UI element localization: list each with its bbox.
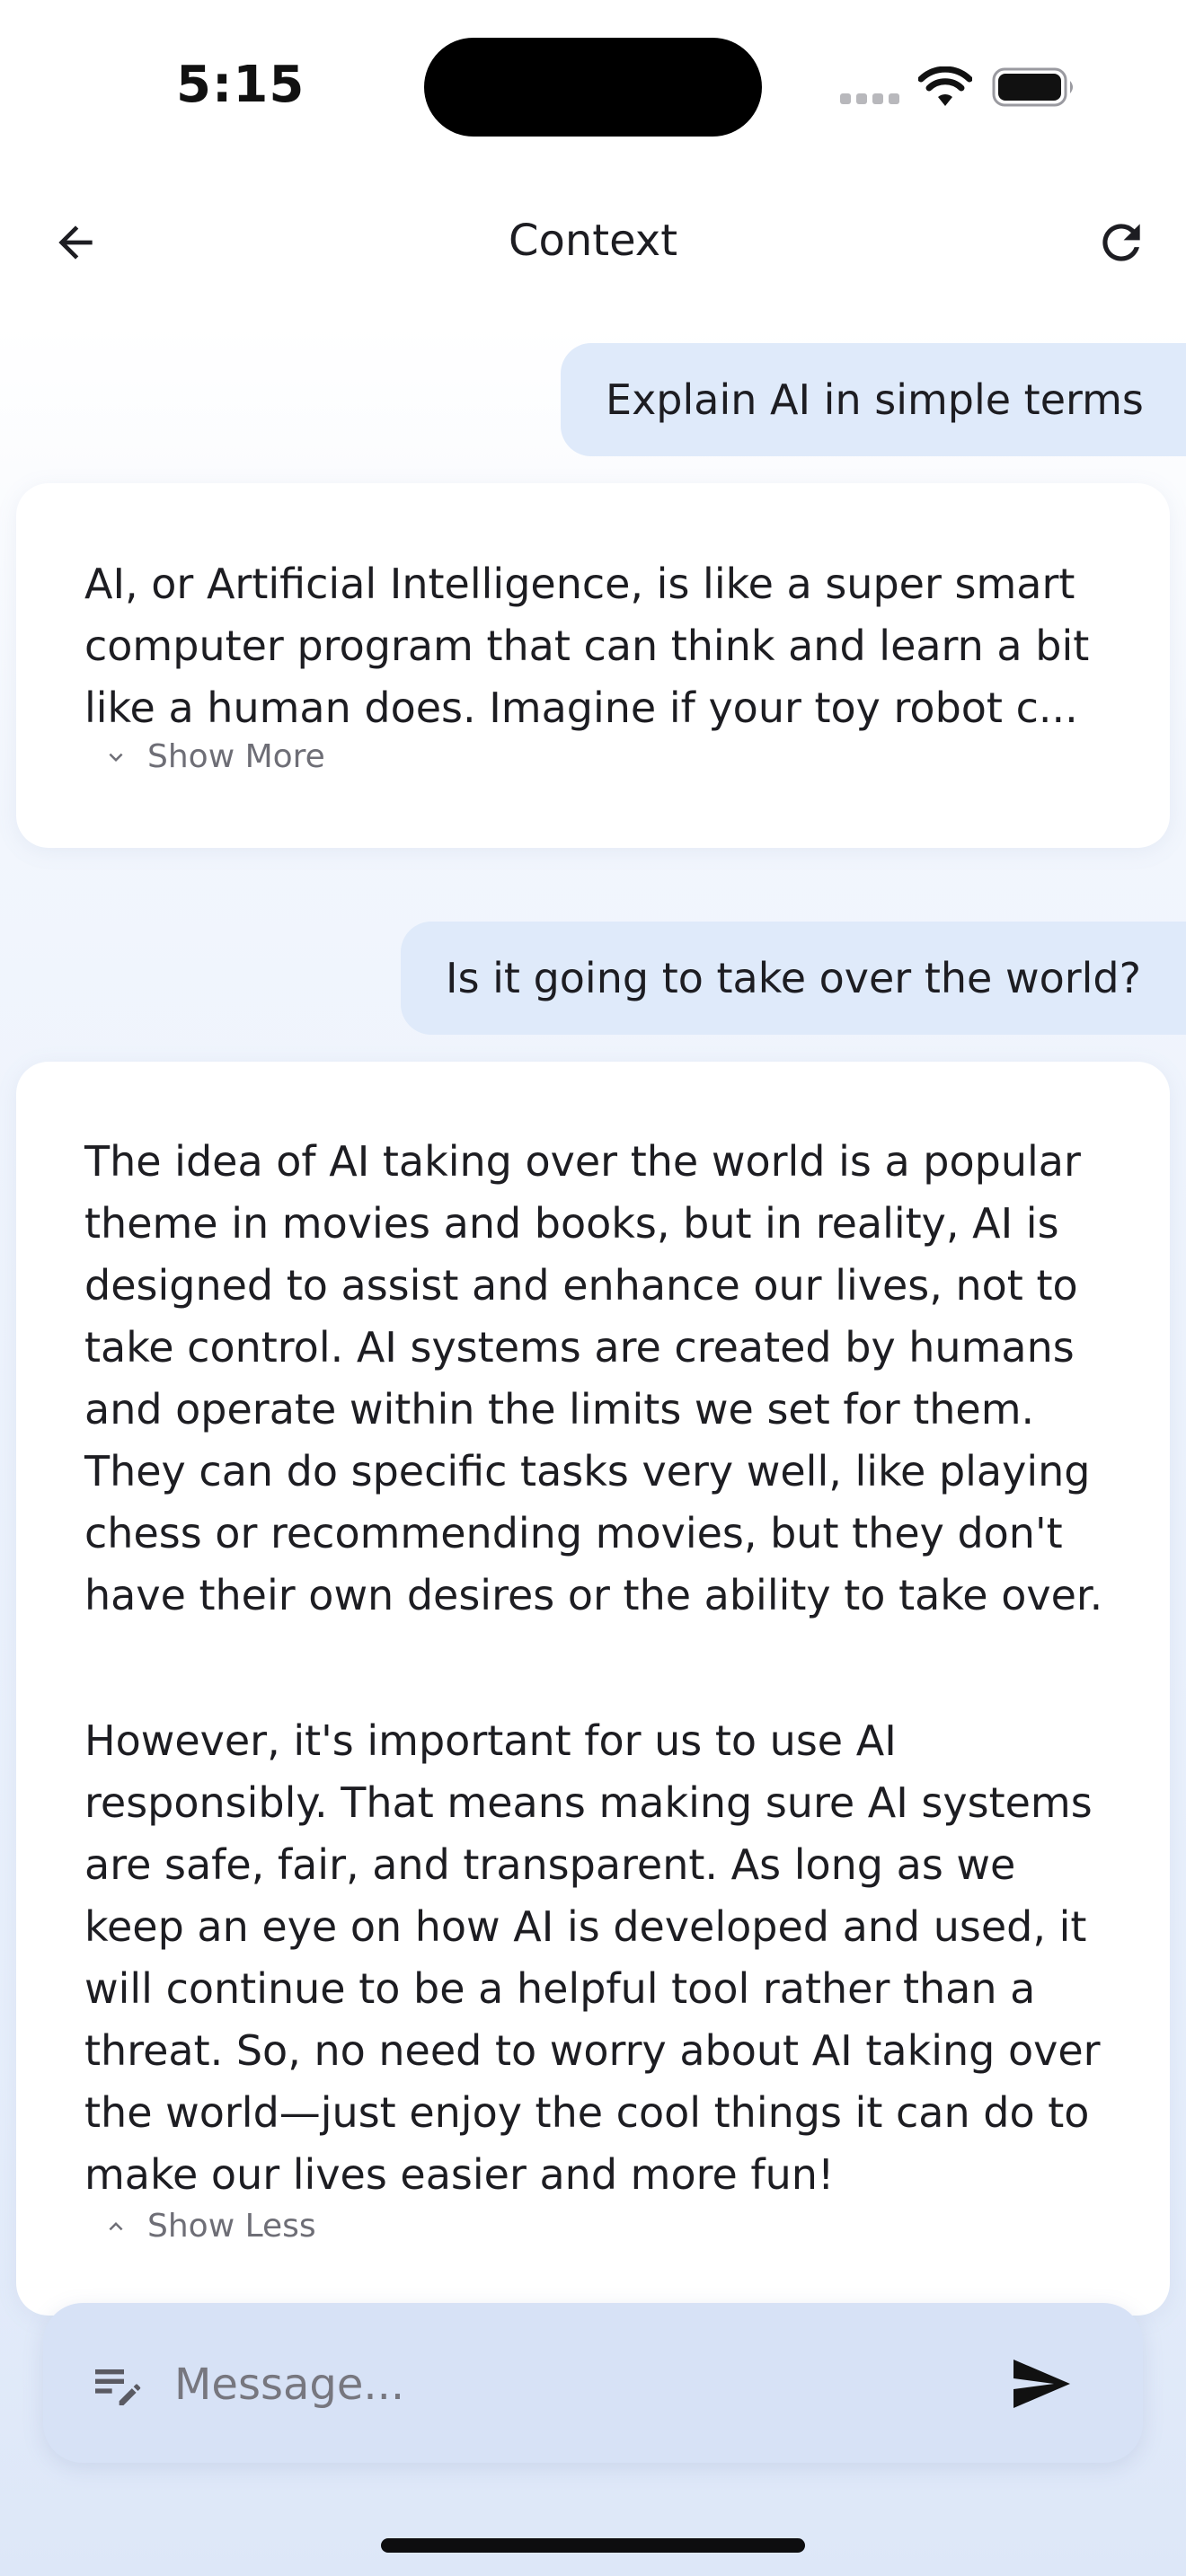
user-message-text: Explain AI in simple terms: [606, 375, 1144, 424]
assistant-message-paragraph: The idea of AI taking over the world is …: [84, 1137, 1103, 1619]
signal-icon: [840, 93, 901, 106]
send-icon: [1013, 2360, 1070, 2408]
show-less-button[interactable]: Show Less: [102, 2208, 316, 2245]
user-message-text: Is it going to take over the world?: [446, 954, 1142, 1002]
status-time: 5:15: [176, 56, 305, 114]
status-bar: 5:15: [0, 0, 1186, 171]
top-app-bar: Context: [0, 180, 1186, 305]
battery-icon: [992, 67, 1073, 107]
message-input[interactable]: [173, 2346, 985, 2423]
chevron-up-icon: [109, 2221, 123, 2230]
user-message: Is it going to take over the world?: [401, 922, 1186, 1035]
dynamic-island: [424, 38, 762, 137]
show-less-label: Show Less: [147, 2208, 316, 2245]
user-message: Explain AI in simple terms: [561, 343, 1186, 456]
wifi-icon: [918, 66, 972, 106]
assistant-message: The idea of AI taking over the world is …: [16, 1062, 1170, 2316]
refresh-icon: [1102, 224, 1140, 261]
arrow-left-icon: [58, 225, 93, 260]
back-button[interactable]: [40, 207, 111, 278]
page-title: Context: [508, 216, 678, 266]
show-more-label: Show More: [147, 738, 325, 775]
chevron-down-icon: [109, 753, 123, 762]
message-composer: [43, 2303, 1143, 2463]
home-indicator: [381, 2538, 805, 2553]
send-button[interactable]: [996, 2342, 1085, 2425]
assistant-message-paragraph: However, it's important for us to use AI…: [84, 1716, 1101, 2199]
assistant-message: AI, or Artificial Intelligence, is like …: [16, 483, 1170, 848]
refresh-button[interactable]: [1085, 207, 1157, 278]
compose-icon: [95, 2369, 141, 2405]
show-more-button[interactable]: Show More: [102, 738, 325, 775]
assistant-message-text: AI, or Artificial Intelligence, is like …: [84, 560, 1090, 732]
